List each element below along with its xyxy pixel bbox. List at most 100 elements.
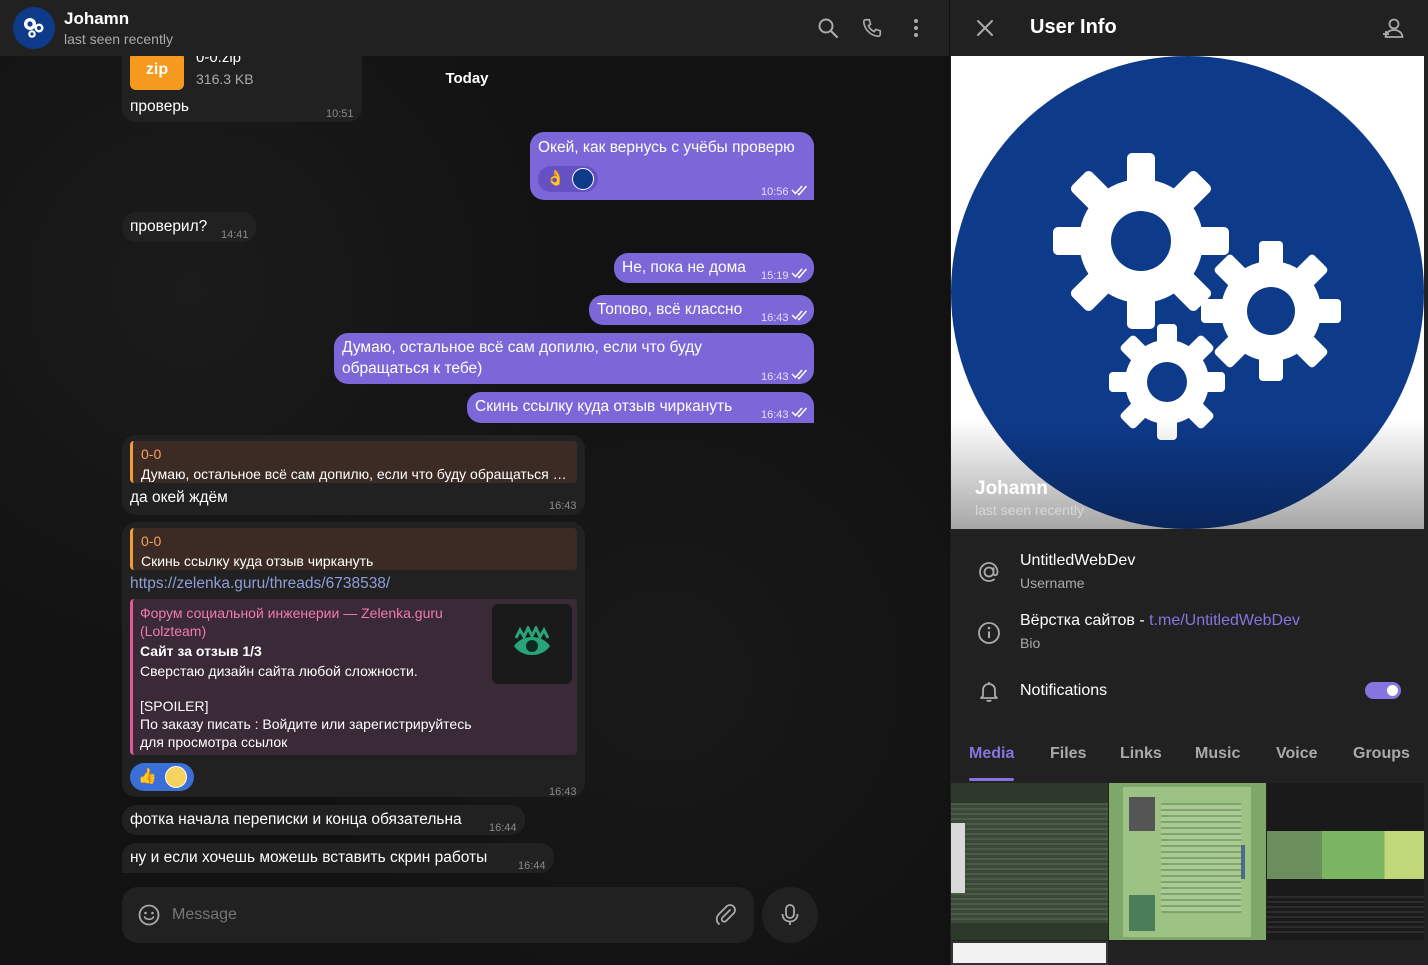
message-outgoing[interactable]: Не, пока не дома 15:19 (614, 253, 814, 283)
emoji-icon[interactable] (138, 904, 160, 926)
read-check-icon (791, 268, 808, 279)
message-incoming[interactable]: фотка начала переписки и конца обязатель… (122, 805, 525, 835)
message-time: 16:43 (761, 312, 789, 324)
preview-thumbnail[interactable] (492, 604, 572, 684)
username-label: Username (1020, 575, 1085, 591)
gears-icon (24, 18, 44, 38)
avatar (572, 168, 594, 190)
message-time: 16:44 (518, 860, 546, 872)
reply-text: Думаю, остальное всё сам допилю, если чт… (141, 466, 569, 482)
link-preview[interactable]: Форум социальной инженерии — Zelenka.gur… (130, 599, 577, 755)
tab-groups[interactable]: Groups (1353, 745, 1410, 763)
message-outgoing[interactable]: Думаю, остальное всё сам допилю, если чт… (334, 333, 814, 384)
info-icon (976, 620, 1002, 646)
phone-icon[interactable] (858, 14, 886, 42)
preview-site-name: Форум социальной инженерии — Zelenka.gur… (140, 605, 443, 621)
message-text-line2: обращаться к тебе) (342, 360, 483, 377)
message-time: 15:19 (761, 270, 789, 282)
chat-title[interactable]: Johamn (64, 9, 129, 29)
message-composer (122, 887, 754, 943)
toggle-knob (1385, 683, 1400, 698)
tab-files[interactable]: Files (1050, 745, 1086, 763)
avatar[interactable] (13, 7, 55, 49)
message-text: Окей, как вернусь с учёбы проверю (538, 139, 795, 156)
read-check-icon (791, 407, 808, 418)
search-icon[interactable] (814, 14, 842, 42)
message-incoming[interactable]: 0-0 Скинь ссылку куда отзыв чиркануть ht… (122, 522, 585, 798)
preview-title: Сайт за отзыв 1/3 (140, 643, 262, 659)
bell-icon (976, 678, 1002, 704)
reaction-emoji: 👍 (138, 768, 157, 785)
message-link[interactable]: https://zelenka.guru/threads/6738538/ (130, 574, 390, 594)
profile-name: Johamn (975, 478, 1048, 499)
chat-header: Johamn last seen recently (0, 0, 949, 56)
active-tab-indicator (969, 778, 1014, 781)
message-text: проверь (130, 98, 190, 115)
add-contact-icon[interactable] (1382, 16, 1406, 40)
microphone-button[interactable] (762, 887, 818, 943)
reaction-chip[interactable]: 👌 (538, 166, 598, 192)
preview-description: Сверстаю дизайн сайта любой сложности. (140, 663, 418, 679)
message-outgoing[interactable]: Топово, всё классно 16:43 (589, 295, 814, 325)
media-thumbnail[interactable] (1267, 783, 1424, 940)
message-outgoing[interactable]: Окей, как вернусь с учёбы проверю 👌 10:5… (530, 132, 814, 200)
thumbnail-image (1267, 831, 1424, 879)
tab-music[interactable]: Music (1195, 745, 1240, 763)
message-text-line1: Думаю, остальное всё сам допилю, если чт… (342, 339, 703, 356)
preview-more: По заказу писать : Войдите или зарегистр… (140, 716, 472, 732)
read-check-icon (791, 369, 808, 380)
more-vertical-icon[interactable] (902, 14, 930, 42)
reply-author: 0-0 (141, 446, 162, 462)
thumbnail-image (951, 803, 1108, 923)
file-icon[interactable]: zip (130, 52, 184, 90)
tab-voice[interactable]: Voice (1276, 745, 1318, 763)
message-time: 16:43 (549, 500, 577, 512)
attach-icon[interactable] (714, 903, 738, 927)
message-outgoing[interactable]: Скинь ссылку куда отзыв чиркануть 16:43 (467, 392, 814, 423)
thumbnail-image (1267, 893, 1424, 933)
profile-status: last seen recently (975, 502, 1084, 518)
message-input[interactable] (172, 901, 692, 929)
tab-links[interactable]: Links (1120, 745, 1162, 763)
message-time: 16:43 (761, 371, 789, 383)
message-time: 10:51 (326, 108, 354, 120)
read-check-icon (791, 310, 808, 321)
bio-link[interactable]: t.me/UntitledWebDev (1149, 612, 1300, 629)
bio-value[interactable]: Вёрстка сайтов - t.me/UntitledWebDev (1020, 612, 1300, 630)
microphone-icon (781, 904, 799, 925)
thumbnail-image (1161, 803, 1241, 913)
message-time: 10:56 (761, 186, 789, 198)
notifications-toggle[interactable] (1365, 682, 1401, 699)
info-title: User Info (1030, 16, 1117, 38)
thumbnail-image (1129, 895, 1155, 931)
media-thumbnail[interactable] (1109, 783, 1266, 940)
media-thumbnail[interactable] (951, 941, 1108, 965)
media-tabs: Media Files Links Music Voice Groups (950, 735, 1428, 783)
reply-quote[interactable]: 0-0 Скинь ссылку куда отзыв чиркануть (130, 528, 577, 570)
bio-label: Bio (1020, 635, 1041, 651)
message-text: фотка начала переписки и конца обязатель… (130, 811, 462, 828)
gears-icon (1053, 153, 1341, 440)
reply-text: Скинь ссылку куда отзыв чиркануть (141, 553, 374, 569)
close-icon[interactable] (974, 17, 996, 39)
date-separator: Today (445, 70, 489, 87)
username-value[interactable]: UntitledWebDev (1020, 552, 1135, 570)
reply-author: 0-0 (141, 533, 162, 549)
file-size: 316.3 KB (196, 71, 254, 87)
media-thumbnail[interactable] (951, 783, 1108, 940)
profile-photo[interactable]: Johamn last seen recently (951, 56, 1424, 529)
read-check-icon (791, 185, 808, 196)
reaction-emoji: 👌 (546, 170, 565, 187)
chat-pane: zip 0-0.zip 316.3 KB проверь 10:51 Joham… (0, 0, 949, 965)
message-incoming[interactable]: 0-0 Думаю, остальное всё сам допилю, есл… (122, 435, 585, 515)
message-incoming[interactable]: ну и если хочешь можешь вставить скрин р… (122, 843, 554, 873)
message-text: Топово, всё классно (597, 301, 743, 318)
notifications-label: Notifications (1020, 682, 1108, 699)
bio-text: Вёрстка сайтов - (1020, 612, 1150, 629)
info-header: User Info (950, 0, 1428, 56)
thumbnail-image (951, 823, 965, 893)
tab-media[interactable]: Media (969, 745, 1014, 763)
reaction-chip[interactable]: 👍 (130, 763, 194, 791)
message-incoming[interactable]: проверил? 14:41 (122, 212, 256, 242)
reply-quote[interactable]: 0-0 Думаю, остальное всё сам допилю, есл… (130, 441, 577, 483)
